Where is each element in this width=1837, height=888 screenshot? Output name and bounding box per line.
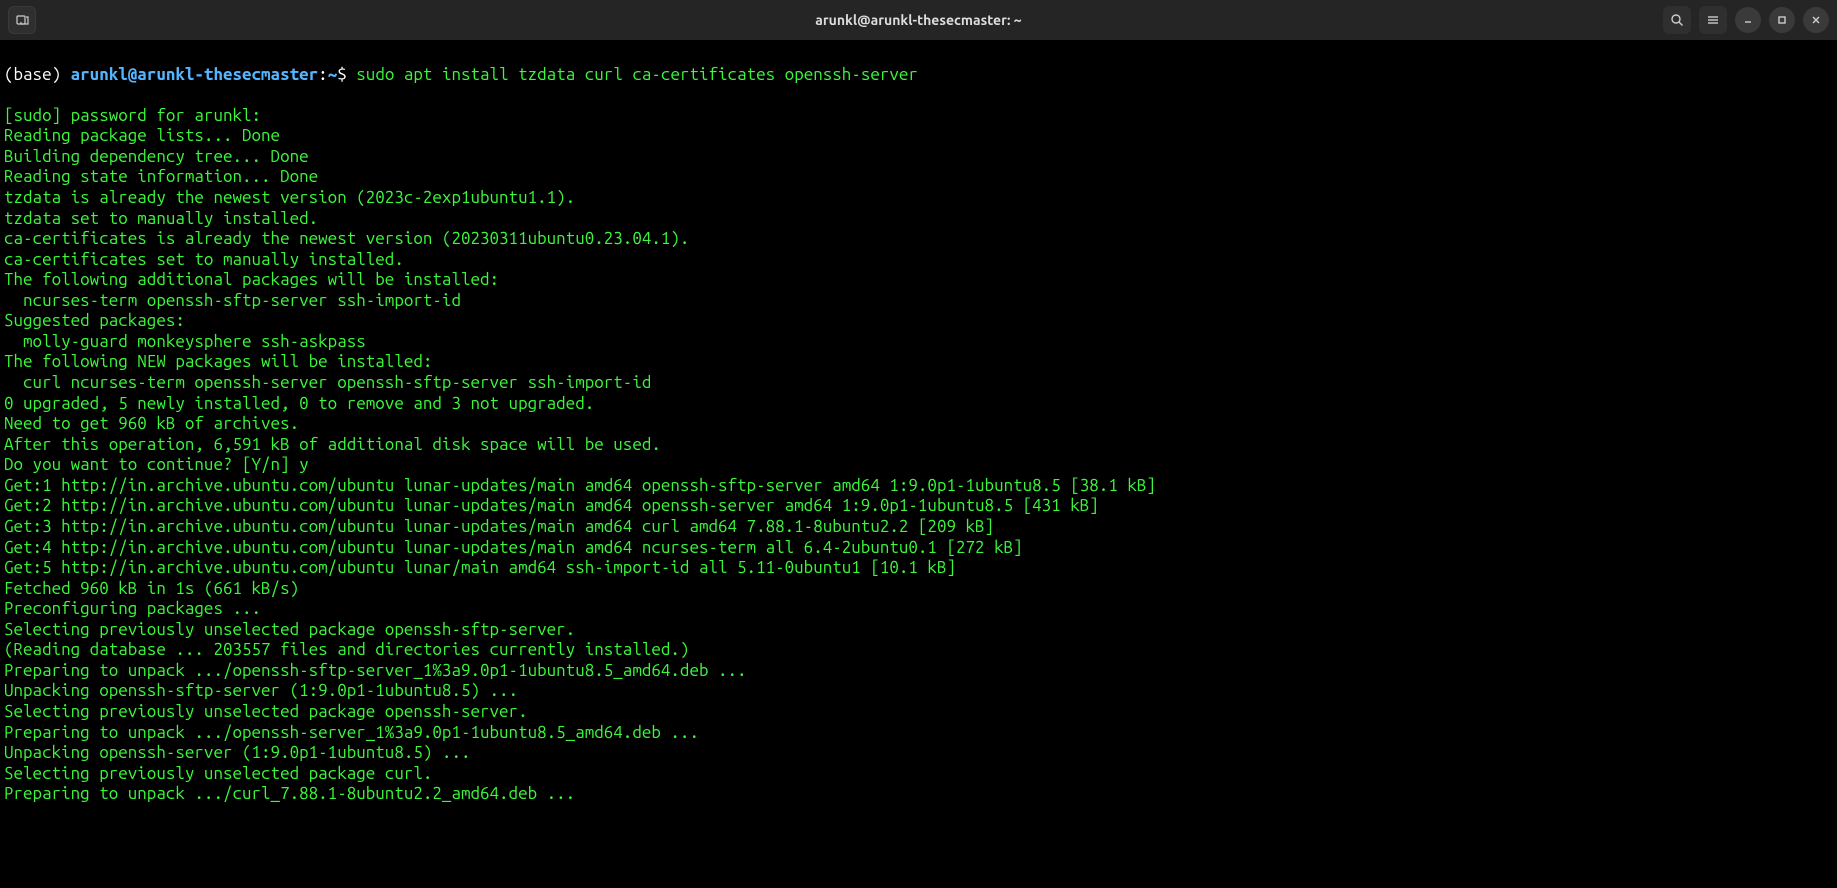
terminal-line: Get:2 http://in.archive.ubuntu.com/ubunt…: [4, 496, 1833, 517]
terminal-line: Reading package lists... Done: [4, 126, 1833, 147]
terminal-line: Need to get 960 kB of archives.: [4, 414, 1833, 435]
terminal-line: Preconfiguring packages ...: [4, 599, 1833, 620]
terminal-line: ca-certificates is already the newest ve…: [4, 229, 1833, 250]
terminal-line: (Reading database ... 203557 files and d…: [4, 640, 1833, 661]
conda-env: (base): [4, 65, 71, 84]
terminal-line: tzdata set to manually installed.: [4, 209, 1833, 230]
user-host: arunkl@arunkl-thesecmaster: [71, 65, 319, 84]
terminal-line: Preparing to unpack .../openssh-sftp-ser…: [4, 661, 1833, 682]
terminal-line: Get:3 http://in.archive.ubuntu.com/ubunt…: [4, 517, 1833, 538]
prompt-dollar: $: [337, 65, 356, 84]
terminal-body[interactable]: (base) arunkl@arunkl-thesecmaster:~$ sud…: [0, 40, 1837, 829]
terminal-line: Unpacking openssh-sftp-server (1:9.0p1-1…: [4, 681, 1833, 702]
close-button[interactable]: [1803, 7, 1829, 33]
terminal-line: Suggested packages:: [4, 311, 1833, 332]
titlebar-left: [8, 6, 36, 34]
terminal-line: After this operation, 6,591 kB of additi…: [4, 435, 1833, 456]
terminal-line: Get:1 http://in.archive.ubuntu.com/ubunt…: [4, 476, 1833, 497]
terminal-line: The following NEW packages will be insta…: [4, 352, 1833, 373]
cwd: ~: [328, 65, 338, 84]
terminal-line: Reading state information... Done: [4, 167, 1833, 188]
window-title: arunkl@arunkl-thesecmaster: ~: [0, 12, 1837, 28]
terminal-line: Unpacking openssh-server (1:9.0p1-1ubunt…: [4, 743, 1833, 764]
terminal-line: [sudo] password for arunkl:: [4, 106, 1833, 127]
terminal-line: Get:4 http://in.archive.ubuntu.com/ubunt…: [4, 538, 1833, 559]
titlebar: arunkl@arunkl-thesecmaster: ~: [0, 0, 1837, 40]
maximize-button[interactable]: [1769, 7, 1795, 33]
terminal-line: Preparing to unpack .../curl_7.88.1-8ubu…: [4, 784, 1833, 805]
terminal-line: Fetched 960 kB in 1s (661 kB/s): [4, 579, 1833, 600]
terminal-line: ca-certificates set to manually installe…: [4, 250, 1833, 271]
new-tab-button[interactable]: [8, 6, 36, 34]
terminal-line: Selecting previously unselected package …: [4, 702, 1833, 723]
terminal-line: tzdata is already the newest version (20…: [4, 188, 1833, 209]
terminal-line: The following additional packages will b…: [4, 270, 1833, 291]
terminal-line: Preparing to unpack .../openssh-server_1…: [4, 723, 1833, 744]
terminal-line: Building dependency tree... Done: [4, 147, 1833, 168]
search-button[interactable]: [1663, 6, 1691, 34]
terminal-line: Selecting previously unselected package …: [4, 620, 1833, 641]
terminal-line: 0 upgraded, 5 newly installed, 0 to remo…: [4, 394, 1833, 415]
terminal-line: Get:5 http://in.archive.ubuntu.com/ubunt…: [4, 558, 1833, 579]
terminal-line: Selecting previously unselected package …: [4, 764, 1833, 785]
terminal-line: ncurses-term openssh-sftp-server ssh-imp…: [4, 291, 1833, 312]
host-sep: :: [318, 65, 328, 84]
terminal-line: Do you want to continue? [Y/n] y: [4, 455, 1833, 476]
command-text: sudo apt install tzdata curl ca-certific…: [356, 65, 918, 84]
prompt-line: (base) arunkl@arunkl-thesecmaster:~$ sud…: [4, 65, 1833, 86]
terminal-line: molly-guard monkeysphere ssh-askpass: [4, 332, 1833, 353]
terminal-line: curl ncurses-term openssh-server openssh…: [4, 373, 1833, 394]
terminal-output: [sudo] password for arunkl:Reading packa…: [4, 106, 1833, 805]
menu-button[interactable]: [1699, 6, 1727, 34]
titlebar-right: [1663, 6, 1829, 34]
minimize-button[interactable]: [1735, 7, 1761, 33]
